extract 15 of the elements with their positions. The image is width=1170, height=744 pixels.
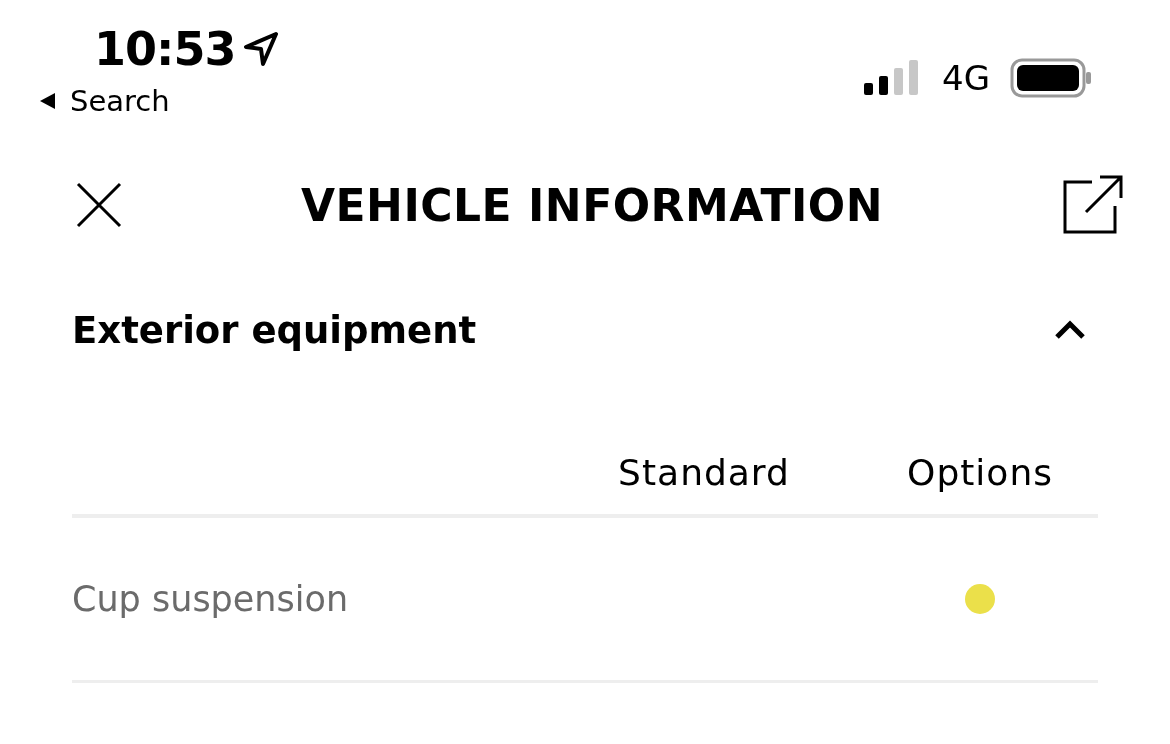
section-header[interactable]: Exterior equipment xyxy=(72,290,1086,370)
column-header: Standard xyxy=(617,451,791,493)
share-button[interactable] xyxy=(1062,174,1124,236)
close-button[interactable] xyxy=(76,182,122,228)
clock-time: 10:53 xyxy=(94,22,236,76)
page-title: VEHICLE INFORMATION xyxy=(300,179,884,231)
location-arrow-icon xyxy=(243,31,280,67)
share-icon xyxy=(1062,174,1124,236)
network-label: 4G xyxy=(942,58,990,98)
row-label: Cup suspension xyxy=(72,579,350,619)
battery-icon xyxy=(1010,58,1092,98)
column-header: Options xyxy=(906,451,1054,493)
back-triangle-icon xyxy=(38,92,56,110)
back-link[interactable]: Search xyxy=(38,84,280,118)
close-icon xyxy=(76,182,122,228)
